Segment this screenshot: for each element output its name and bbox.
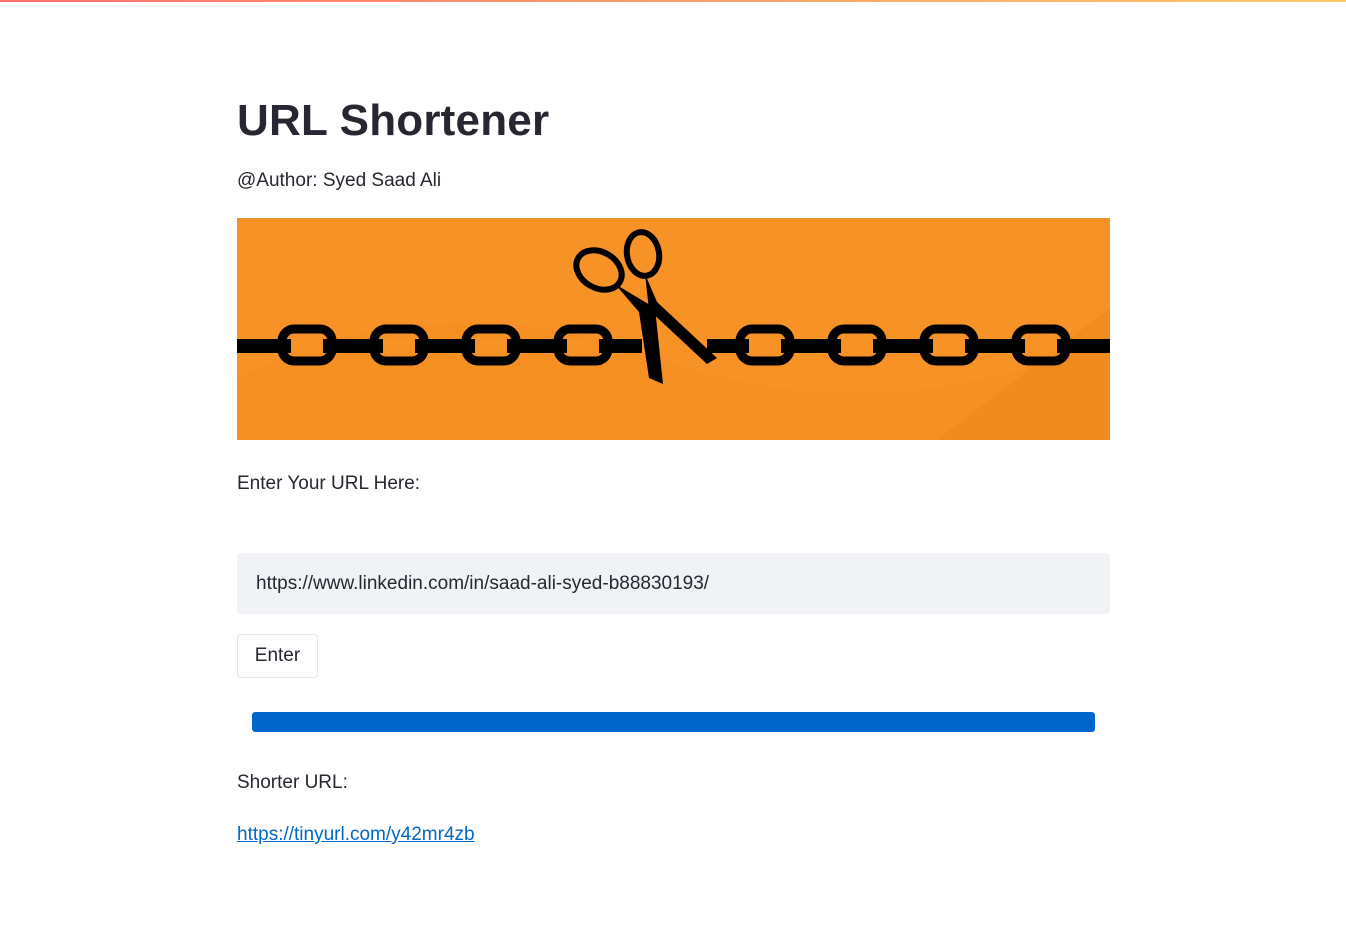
- page-title: URL Shortener: [237, 96, 550, 145]
- author-text: @Author: Syed Saad Ali: [237, 170, 442, 191]
- progress-bar-fill: [252, 712, 1095, 732]
- header-decoration-bar: [0, 0, 1346, 2]
- shorter-url-label: Shorter URL:: [237, 772, 348, 793]
- url-prompt-label: Enter Your URL Here:: [237, 473, 421, 494]
- url-input[interactable]: [237, 553, 1110, 614]
- enter-button[interactable]: Enter: [237, 634, 318, 678]
- progress-bar: [252, 712, 1095, 732]
- chain-cut-banner-image: [237, 218, 1110, 440]
- chain-scissors-icon: [237, 229, 1110, 440]
- short-url-link[interactable]: https://tinyurl.com/y42mr4zb: [237, 824, 475, 846]
